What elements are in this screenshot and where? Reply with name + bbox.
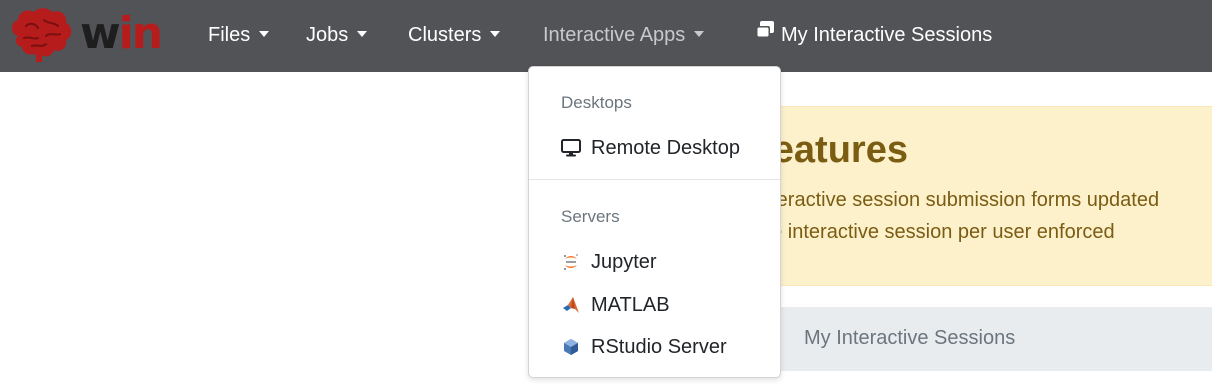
nav-jobs[interactable]: Jobs: [306, 22, 368, 48]
window-restore-icon: [755, 20, 775, 47]
menu-item-matlab[interactable]: MATLAB: [529, 287, 780, 323]
caret-down-icon: [490, 30, 501, 37]
nav-interactive-apps[interactable]: Interactive Apps: [543, 22, 705, 48]
dropdown-header-servers: Servers: [561, 207, 620, 226]
jupyter-icon: [561, 252, 581, 272]
top-navbar: win Files Jobs Clusters Interactive Apps…: [0, 0, 1212, 72]
caret-down-icon: [259, 30, 270, 37]
nav-my-interactive-sessions[interactable]: My Interactive Sessions: [755, 20, 992, 49]
brand-logo[interactable]: win: [8, 6, 178, 66]
dropdown-divider: [529, 179, 780, 180]
menu-item-jupyter[interactable]: Jupyter: [529, 244, 780, 280]
matlab-icon: [561, 295, 581, 315]
breadcrumb-current: My Interactive Sessions: [804, 327, 1016, 349]
nav-clusters[interactable]: Clusters: [408, 22, 501, 48]
rstudio-icon: [561, 337, 581, 357]
caret-down-icon: [357, 30, 368, 37]
nav-files[interactable]: Files: [208, 22, 270, 48]
interactive-apps-dropdown: Desktops Remote Desktop Servers Jupyter: [528, 66, 781, 378]
menu-item-rstudio-server[interactable]: RStudio Server: [529, 329, 780, 365]
caret-down-icon: [694, 30, 705, 37]
brand-wordmark: win: [80, 8, 163, 59]
alert-line-1: nteractive session submission forms upda…: [760, 189, 1160, 211]
menu-item-remote-desktop[interactable]: Remote Desktop: [529, 130, 780, 166]
desktop-icon: [561, 138, 581, 158]
brain-icon: [12, 8, 72, 62]
alert-line-2: ne interactive session per user enforced: [760, 221, 1115, 243]
dropdown-header-desktops: Desktops: [561, 93, 632, 112]
